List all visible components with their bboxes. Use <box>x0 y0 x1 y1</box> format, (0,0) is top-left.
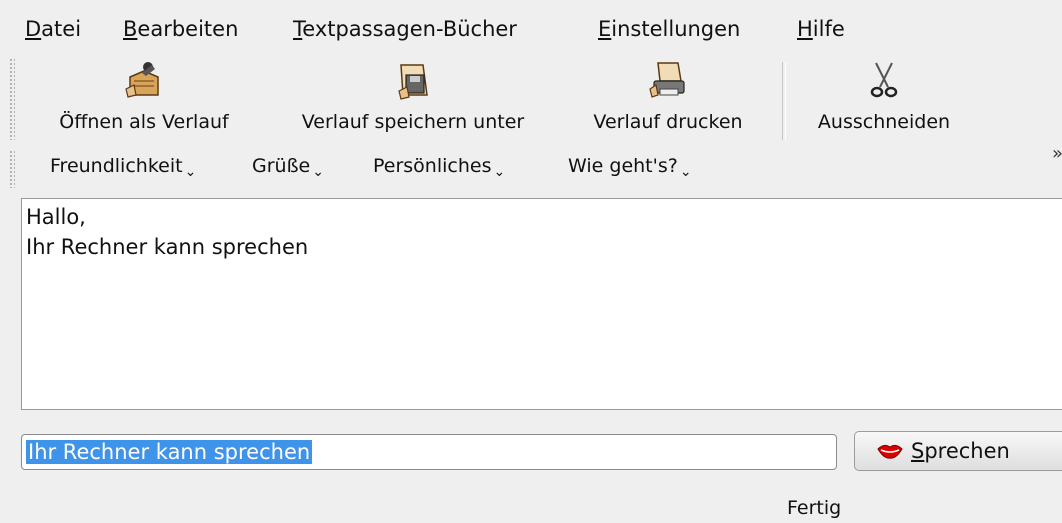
menubar: Datei Bearbeiten Textpassagen-Bücher Ein… <box>0 0 1062 52</box>
speak-button-label: prechen <box>924 439 1010 463</box>
print-history-button[interactable]: Verlauf drucken <box>576 55 760 139</box>
chevron-down-icon: ⌄ <box>679 164 692 180</box>
chevron-down-icon: ⌄ <box>312 164 324 180</box>
phrasebook-gruesse[interactable]: Grüße ⌄ <box>252 155 324 180</box>
menu-textpassagen-buecher[interactable]: Textpassagen-Bücher <box>293 17 517 41</box>
chevron-down-icon: ⌄ <box>184 164 197 180</box>
open-as-history-button[interactable]: Öffnen als Verlauf <box>38 55 250 139</box>
save-history-as-button[interactable]: Verlauf speichern unter <box>278 55 548 139</box>
cut-button[interactable]: Ausschneiden <box>800 55 968 139</box>
menu-datei[interactable]: Datei <box>25 17 81 41</box>
history-textarea[interactable]: Hallo, Ihr Rechner kann sprechen <box>21 198 1062 410</box>
save-history-icon <box>398 64 428 100</box>
cut-label: Ausschneiden <box>817 111 951 133</box>
lips-icon <box>877 444 903 459</box>
open-as-history-label: Öffnen als Verlauf <box>59 111 229 133</box>
history-line: Ihr Rechner kann sprechen <box>26 235 309 259</box>
status-text: Fertig <box>787 497 842 519</box>
speak-button[interactable]: Sprechen <box>854 431 1062 471</box>
open-history-icon <box>125 62 159 98</box>
chevron-down-icon: ⌄ <box>493 164 506 180</box>
menu-bearbeiten[interactable]: Bearbeiten <box>123 17 238 41</box>
phrasebook-freundlichkeit[interactable]: Freundlichkeit ⌄ <box>50 155 197 180</box>
phrasebook-wie-gehts[interactable]: Wie geht's? ⌄ <box>568 155 692 180</box>
main-toolbar: Öffnen als Verlauf Verlauf speichern unt… <box>0 55 1062 164</box>
toolbar-separator <box>782 62 786 140</box>
print-history-icon <box>649 62 685 98</box>
phrasebook-persoenliches[interactable]: Persönliches ⌄ <box>373 155 506 180</box>
scissors-icon <box>870 62 898 98</box>
menu-einstellungen[interactable]: Einstellungen <box>598 17 740 41</box>
speech-input[interactable]: Ihr Rechner kann sprechen <box>21 434 837 470</box>
print-history-label: Verlauf drucken <box>593 111 743 133</box>
history-line: Hallo, <box>26 205 86 229</box>
speak-button-mnemonic: S <box>911 439 925 463</box>
speech-input-selected-text: Ihr Rechner kann sprechen <box>26 440 313 464</box>
menu-hilfe[interactable]: Hilfe <box>797 17 845 41</box>
save-history-as-label: Verlauf speichern unter <box>301 111 525 133</box>
phrasebook-toolbar: Freundlichkeit ⌄ Grüße ⌄ Persönliches ⌄ Wie… <box>0 146 1062 190</box>
